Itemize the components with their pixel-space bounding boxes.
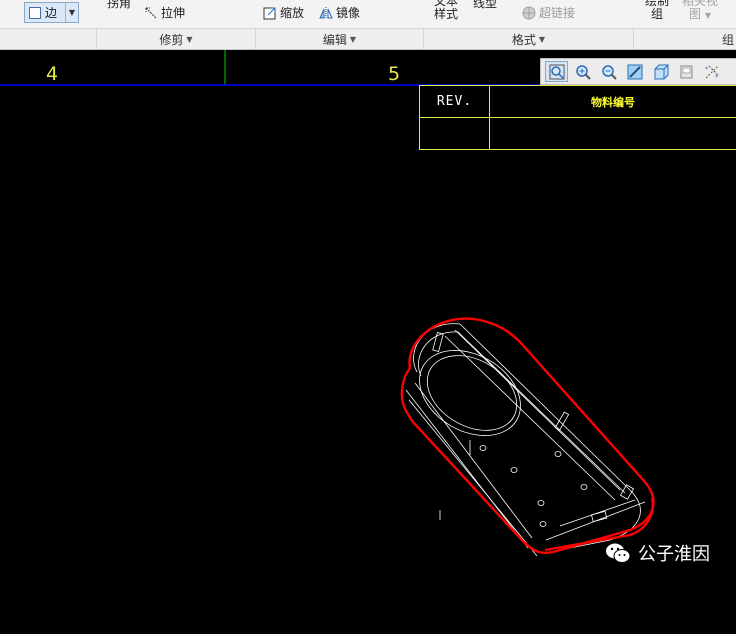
draw-group-button[interactable]: 绘制 组	[645, 0, 669, 21]
zoom-in-button[interactable]	[571, 61, 594, 82]
svg-text:*: *	[715, 74, 718, 80]
refit-button[interactable]	[545, 61, 568, 82]
svg-text:*: *	[705, 66, 708, 73]
zone-number-right: 5	[388, 63, 401, 85]
stretch-button[interactable]: 拉伸	[144, 4, 185, 21]
display-style-icon	[654, 64, 668, 79]
stretch-icon	[145, 7, 157, 18]
saved-views-button[interactable]	[675, 61, 698, 82]
related-view-line2: 图 ▼	[689, 7, 711, 21]
text-style-button[interactable]: 文本 样式	[434, 0, 458, 21]
refit-icon	[549, 64, 564, 79]
scale-label: 缩放	[280, 6, 305, 20]
group-blank	[0, 29, 97, 49]
ribbon-group-labels: 修剪 ▼ 编辑 ▼ 格式 ▼ 组	[0, 28, 736, 49]
datum-display-button[interactable]: * *	[701, 61, 724, 82]
group-format-label: 格式	[511, 32, 536, 47]
mirror-icon	[319, 6, 333, 19]
chevron-down-icon: ▼	[186, 34, 193, 44]
group-format[interactable]: 格式 ▼	[424, 29, 634, 49]
zone-number-left: 4	[46, 63, 59, 85]
zoom-out-button[interactable]	[597, 61, 620, 82]
mirror-button[interactable]: 镜像	[319, 4, 360, 21]
globe-icon	[522, 6, 536, 19]
corner-button[interactable]: 拐角	[107, 0, 131, 11]
repaint-icon	[627, 64, 642, 79]
group-trim-label: 修剪	[159, 32, 184, 47]
corner-label: 拐角	[107, 0, 132, 10]
scale-icon	[263, 7, 276, 19]
saved-views-icon	[680, 65, 692, 78]
rev-label: REV.	[436, 94, 473, 109]
watermark-text: 公子淮因	[638, 544, 710, 565]
mirror-label: 镜像	[336, 6, 361, 20]
view-toolbar: * *	[540, 58, 736, 85]
wechat-icon	[606, 543, 631, 563]
group-partial-label: 组	[721, 32, 734, 47]
group-partial[interactable]: 组	[634, 29, 736, 49]
repaint-button[interactable]	[623, 61, 646, 82]
chevron-down-icon: ▼	[538, 34, 546, 44]
edge-checkbox[interactable]	[29, 6, 41, 19]
ribbon-commands: 边 ▼ 拐角 拉伸 缩放 镜像 文本 样式 线型 超链接 绘制 组 相关视 图 …	[0, 0, 736, 28]
group-edit[interactable]: 编辑 ▼	[256, 29, 424, 49]
rev-value-cell[interactable]	[420, 118, 489, 149]
line-type-label: 线型	[473, 0, 498, 10]
zoom-in-icon	[575, 64, 591, 80]
edge-select-label: 边	[45, 6, 58, 20]
chevron-down-icon[interactable]: ▼	[65, 3, 78, 22]
text-style-line2: 样式	[434, 7, 459, 21]
wechat-watermark: 公子淮因	[604, 540, 710, 566]
part-number-value-cell[interactable]	[490, 118, 736, 149]
stretch-label: 拉伸	[161, 6, 186, 20]
model-view	[400, 317, 655, 557]
datum-display-icon: **	[705, 65, 719, 80]
line-type-button[interactable]: 线型	[473, 0, 497, 11]
scale-button[interactable]: 缩放	[263, 4, 304, 21]
chevron-down-icon: ▼	[349, 34, 357, 44]
group-trim[interactable]: 修剪 ▼	[97, 29, 256, 49]
part-number-label: 物料编号	[591, 95, 635, 109]
display-style-button[interactable]	[649, 61, 672, 82]
hyperlink-button[interactable]: 超链接	[522, 4, 575, 21]
edge-select-filter[interactable]: 边 ▼	[24, 2, 79, 23]
group-edit-label: 编辑	[322, 32, 347, 47]
hyperlink-label: 超链接	[539, 6, 576, 20]
draw-group-line2: 组	[651, 7, 664, 21]
zoom-out-icon	[601, 64, 617, 80]
ribbon: 边 ▼ 拐角 拉伸 缩放 镜像 文本 样式 线型 超链接 绘制 组 相关视 图 …	[0, 0, 736, 50]
related-view-button[interactable]: 相关视 图 ▼	[682, 0, 718, 22]
